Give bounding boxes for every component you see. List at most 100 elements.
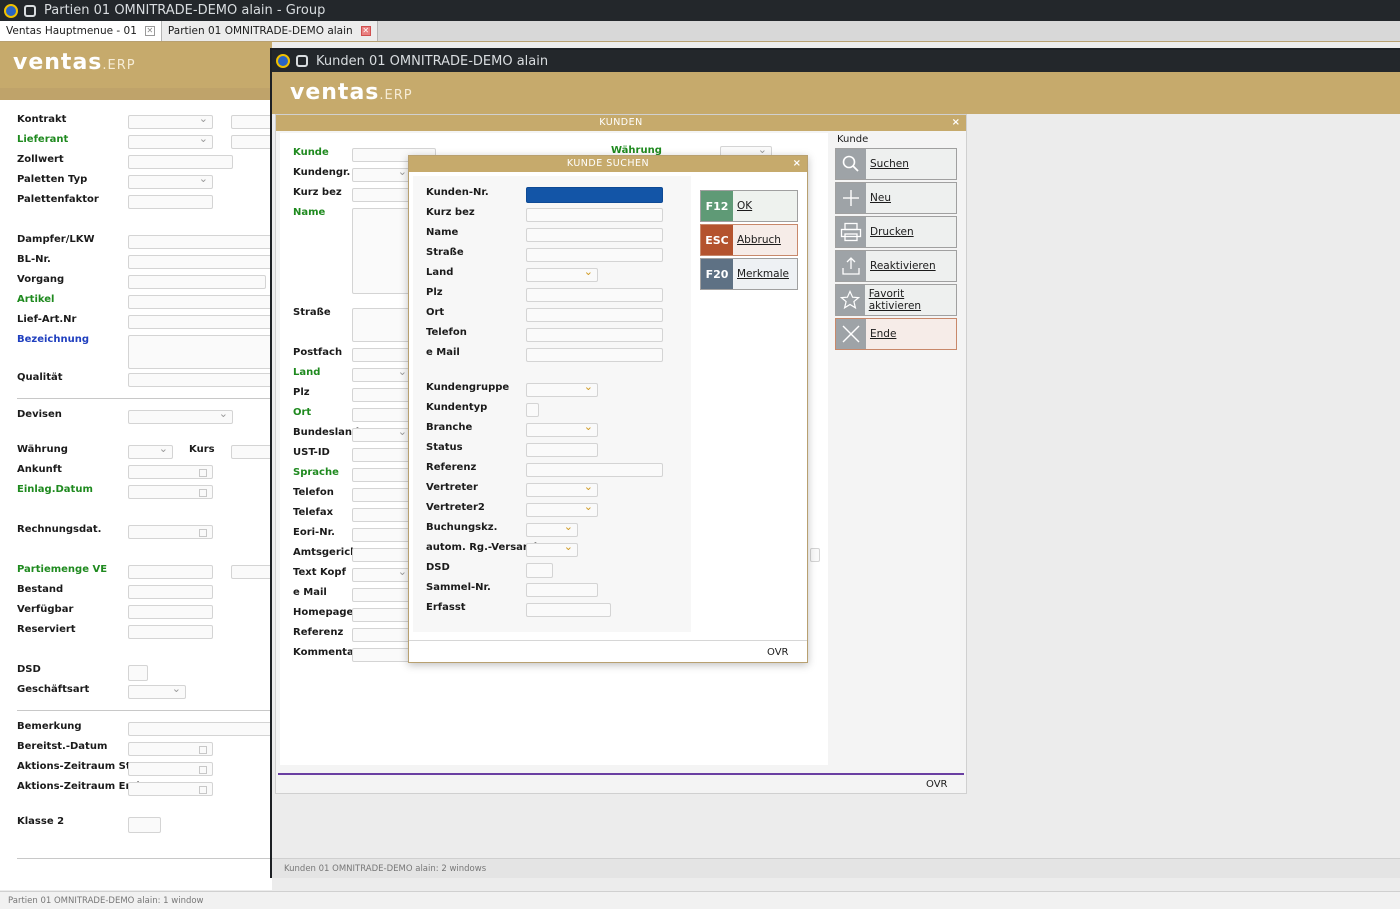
telefon-input[interactable]: [352, 488, 412, 502]
email-input[interactable]: [352, 588, 412, 602]
vertreter-select[interactable]: [526, 480, 598, 497]
kunden-panel-title: KUNDEN: [276, 115, 966, 131]
vorgang-input[interactable]: [128, 275, 266, 289]
bl-nr-input[interactable]: [128, 255, 272, 269]
name-input[interactable]: [526, 228, 663, 242]
land-select[interactable]: [526, 265, 598, 282]
kontrakt-field-2[interactable]: [231, 115, 272, 129]
strasse-textarea[interactable]: [352, 308, 412, 342]
lieferant-field-2[interactable]: [231, 135, 272, 149]
partiemenge-input[interactable]: [128, 565, 213, 579]
neu-button[interactable]: Neu: [835, 182, 957, 214]
bemerkung-input[interactable]: [128, 722, 272, 736]
bestand-input[interactable]: [128, 585, 213, 599]
klasse2-input[interactable]: [128, 817, 161, 833]
label-reserviert: Reserviert: [17, 624, 76, 635]
sprache-select[interactable]: [352, 468, 412, 482]
kurz-bez-input[interactable]: [526, 208, 663, 222]
referenz-input[interactable]: [526, 463, 663, 477]
text-kopf-select[interactable]: [352, 565, 412, 582]
waehrung-select[interactable]: [128, 442, 173, 459]
paletten-typ-select[interactable]: [128, 172, 213, 189]
amtsgericht-input[interactable]: [352, 548, 412, 562]
postfach-input[interactable]: [352, 348, 412, 362]
kurz-bez-input[interactable]: [352, 188, 412, 202]
abbruch-button[interactable]: ESC Abbruch: [700, 224, 798, 256]
lief-art-nr-input[interactable]: [128, 315, 272, 329]
drucken-button[interactable]: Drucken: [835, 216, 957, 248]
vertreter2-select[interactable]: [526, 500, 598, 517]
kundentyp-checkbox[interactable]: [526, 403, 539, 417]
qualitaet-input[interactable]: [128, 373, 272, 387]
buchungskz-select[interactable]: [526, 520, 578, 537]
kunden-close-icon[interactable]: ×: [952, 117, 960, 128]
kommentar-input[interactable]: [352, 648, 412, 662]
suchen-button[interactable]: Suchen: [835, 148, 957, 180]
label-ort: Ort: [426, 307, 445, 318]
partiemenge-field-2[interactable]: [231, 565, 272, 579]
telefon-input[interactable]: [526, 328, 663, 342]
key-badge: F12: [701, 191, 733, 221]
ok-button[interactable]: F12 OK: [700, 190, 798, 222]
ust-id-input[interactable]: [352, 448, 412, 462]
zollwert-input[interactable]: [128, 155, 233, 169]
kundengruppe-select[interactable]: [526, 380, 598, 397]
label-autom-versand: autom. Rg.-Versand: [426, 542, 538, 553]
search-icon: [836, 149, 866, 179]
ort-input[interactable]: [526, 308, 663, 322]
tab-close-icon[interactable]: ✕: [144, 26, 155, 36]
side-title: Kunde: [837, 134, 869, 145]
label-dsd: DSD: [426, 562, 450, 573]
amtsgericht-field-2[interactable]: [810, 548, 820, 562]
bezeichnung-textarea[interactable]: [128, 335, 272, 369]
tab-close-icon[interactable]: ✕: [360, 26, 371, 36]
lieferant-select[interactable]: [128, 132, 213, 149]
ort-input[interactable]: [352, 408, 412, 422]
plz-input[interactable]: [526, 288, 663, 302]
eori-input[interactable]: [352, 528, 412, 542]
verfuegbar-input[interactable]: [128, 605, 213, 619]
strasse-input[interactable]: [526, 248, 663, 262]
label-devisen: Devisen: [17, 409, 62, 420]
erfasst-input[interactable]: [526, 603, 611, 617]
kunden-nr-input[interactable]: [526, 187, 663, 203]
status-input[interactable]: [526, 443, 598, 457]
bundesland-select[interactable]: [352, 425, 412, 442]
kurs-input[interactable]: [231, 445, 272, 459]
merkmale-button[interactable]: F20 Merkmale: [700, 258, 798, 290]
einlag-datum-date[interactable]: [128, 485, 213, 499]
label-geschaeftsart: Geschäftsart: [17, 684, 90, 695]
suchen-close-icon[interactable]: ×: [793, 158, 801, 169]
reserviert-input[interactable]: [128, 625, 213, 639]
email-input[interactable]: [526, 348, 663, 362]
land-select[interactable]: [352, 365, 412, 382]
devisen-select[interactable]: [128, 407, 233, 424]
dampfer-input[interactable]: [128, 235, 272, 249]
kontrakt-select[interactable]: [128, 112, 213, 129]
plz-input[interactable]: [352, 388, 412, 402]
artikel-input[interactable]: [128, 295, 272, 309]
rechnungsdat-date[interactable]: [128, 525, 213, 539]
aktions-ende-date[interactable]: [128, 782, 213, 796]
kundengr-select[interactable]: [352, 165, 412, 182]
bereitst-datum-date[interactable]: [128, 742, 213, 756]
dsd-input[interactable]: [526, 563, 553, 578]
tab-ventas-hauptmenue[interactable]: Ventas Hauptmenue - 01 ✕: [0, 21, 162, 41]
telefax-input[interactable]: [352, 508, 412, 522]
sammel-nr-input[interactable]: [526, 583, 598, 597]
favorit-aktivieren-button[interactable]: Favorit aktivieren: [835, 284, 957, 316]
referenz-input[interactable]: [352, 628, 412, 642]
autom-versand-select[interactable]: [526, 540, 578, 557]
palettenfaktor-input[interactable]: [128, 195, 213, 209]
dsd-checkbox[interactable]: [128, 665, 148, 681]
ankunft-date[interactable]: [128, 465, 213, 479]
aktions-start-date[interactable]: [128, 762, 213, 776]
reaktivieren-button[interactable]: Reaktivieren: [835, 250, 957, 282]
ende-button[interactable]: Ende: [835, 318, 957, 350]
homepage-input[interactable]: [352, 608, 412, 622]
geschaeftsart-select[interactable]: [128, 682, 186, 699]
name-textarea[interactable]: [352, 208, 412, 294]
outer-logo: ventas.ERP: [13, 50, 136, 75]
branche-select[interactable]: [526, 420, 598, 437]
tab-partien[interactable]: Partien 01 OMNITRADE-DEMO alain ✕: [161, 21, 378, 41]
